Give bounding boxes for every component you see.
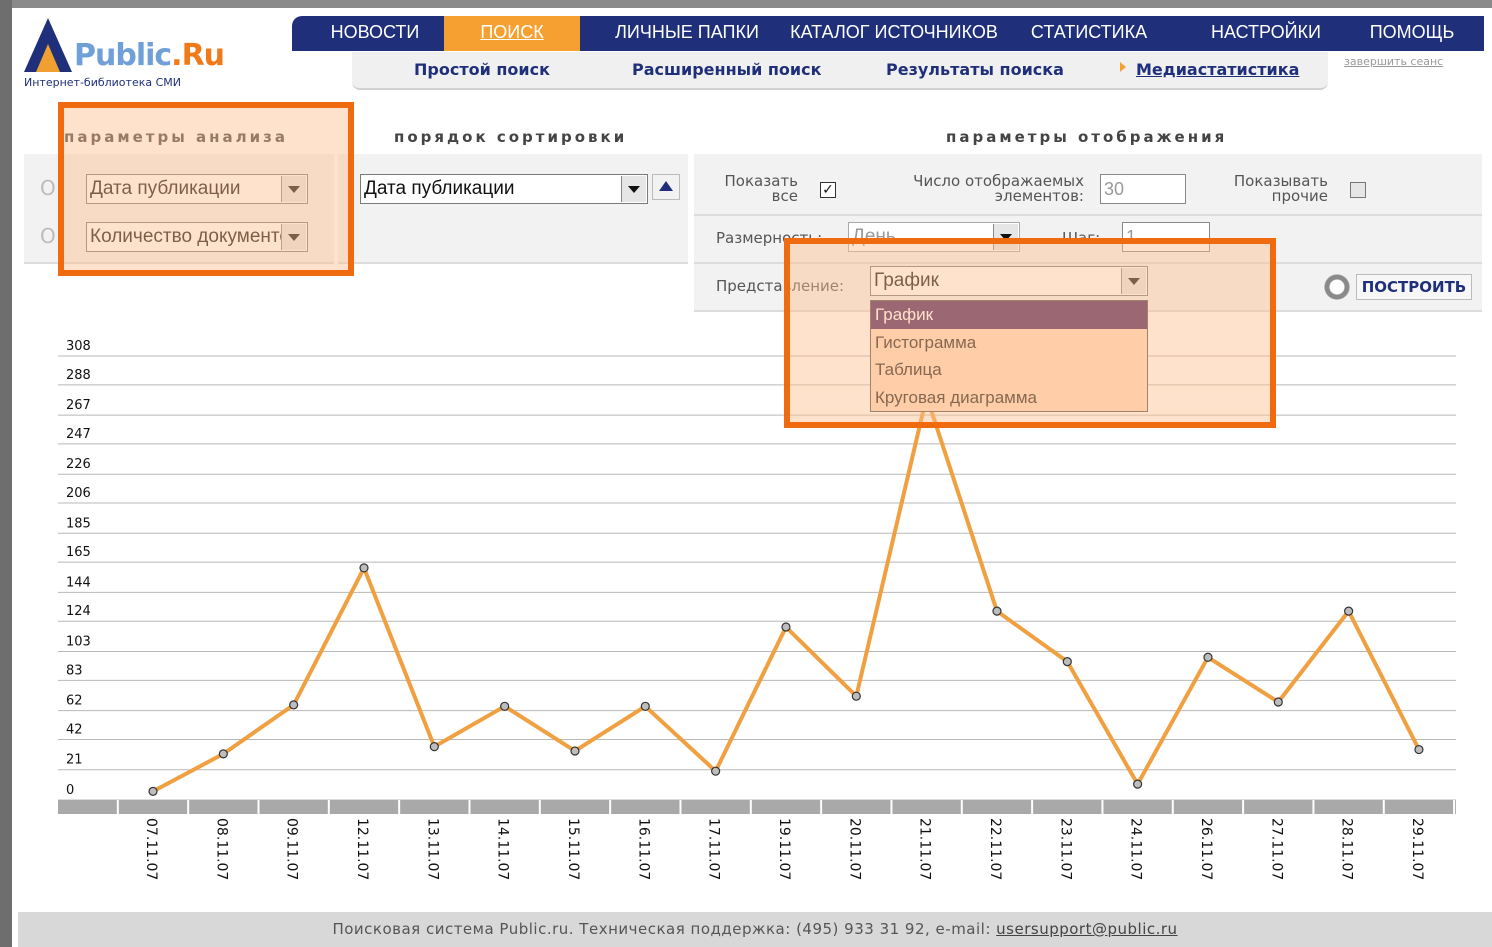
x-tick-label: 19.11.07 [776, 818, 792, 880]
line-chart: 0 21 42 62 83 103 124 144 165 185 206 226 247 267 288 3… [58, 339, 1456, 880]
y-tick-label: 124 [66, 604, 91, 619]
y-tick-label: 185 [66, 516, 91, 531]
data-point [851, 691, 861, 701]
x-tick-label: 08.11.07 [213, 818, 229, 880]
x-tick-label: 24.11.07 [1128, 818, 1144, 880]
x-tick-label: 29.11.07 [1409, 818, 1425, 880]
footer-text: Поисковая система Public.ru. Техническая… [332, 920, 991, 938]
y-tick-label: 144 [66, 575, 91, 590]
x-tick-label: 28.11.07 [1339, 818, 1355, 880]
y-tick-label: 21 [66, 753, 83, 768]
x-tick-label: 23.11.07 [1057, 818, 1073, 880]
x-tick-label: 17.11.07 [706, 818, 722, 880]
data-point [711, 766, 721, 776]
x-axis-bar [58, 800, 1456, 814]
data-point [500, 701, 510, 711]
x-tick-label: 20.11.07 [846, 818, 862, 880]
y-tick-label: 103 [66, 635, 91, 650]
data-point [992, 606, 1002, 616]
y-tick-label: 308 [66, 339, 91, 354]
x-tick-label: 14.11.07 [495, 818, 511, 880]
data-point [640, 701, 650, 711]
x-tick-label: 09.11.07 [284, 818, 300, 880]
x-tick-label: 12.11.07 [354, 818, 370, 880]
data-point [1203, 652, 1213, 662]
x-tick-label: 15.11.07 [565, 818, 581, 880]
y-tick-label: 247 [66, 427, 91, 442]
footer: Поисковая система Public.ru. Техническая… [18, 912, 1492, 947]
data-point [218, 749, 228, 759]
view-option-table[interactable]: Таблица [871, 356, 1147, 384]
y-tick-label: 288 [66, 368, 91, 383]
support-email-link[interactable]: usersupport@public.ru [996, 920, 1177, 938]
x-tick-label: 13.11.07 [424, 818, 440, 880]
x-tick-label: 26.11.07 [1198, 818, 1214, 880]
data-point [148, 786, 158, 796]
data-point [1133, 779, 1143, 789]
data-point [1414, 744, 1424, 755]
y-tick-label: 0 [66, 783, 74, 798]
y-tick-label: 226 [66, 457, 91, 472]
series-line [152, 394, 1421, 794]
data-point [781, 622, 791, 632]
y-tick-label: 165 [66, 545, 91, 560]
data-point [429, 742, 439, 752]
data-point [1273, 697, 1283, 707]
y-tick-label: 267 [66, 398, 91, 413]
view-dropdown-list: График Гистограмма Таблица Круговая диаг… [870, 300, 1148, 412]
x-tick-label: 21.11.07 [917, 818, 933, 880]
x-tick-label: 16.11.07 [635, 818, 651, 880]
y-tick-label: 42 [66, 722, 83, 737]
data-point [289, 700, 299, 710]
view-option-pie[interactable]: Круговая диаграмма [871, 384, 1147, 412]
data-point [570, 746, 580, 756]
x-tick-label: 27.11.07 [1268, 818, 1284, 880]
x-tick-label: 07.11.07 [143, 818, 159, 880]
x-tick-label: 22.11.07 [987, 818, 1003, 880]
view-option-graph[interactable]: График [871, 301, 1147, 329]
data-point [359, 563, 369, 573]
y-tick-label: 62 [66, 694, 83, 709]
data-point [1062, 657, 1072, 667]
view-option-histogram[interactable]: Гистограмма [871, 329, 1147, 357]
y-tick-label: 83 [66, 663, 83, 678]
data-point [1344, 606, 1354, 616]
y-tick-label: 206 [66, 486, 91, 501]
